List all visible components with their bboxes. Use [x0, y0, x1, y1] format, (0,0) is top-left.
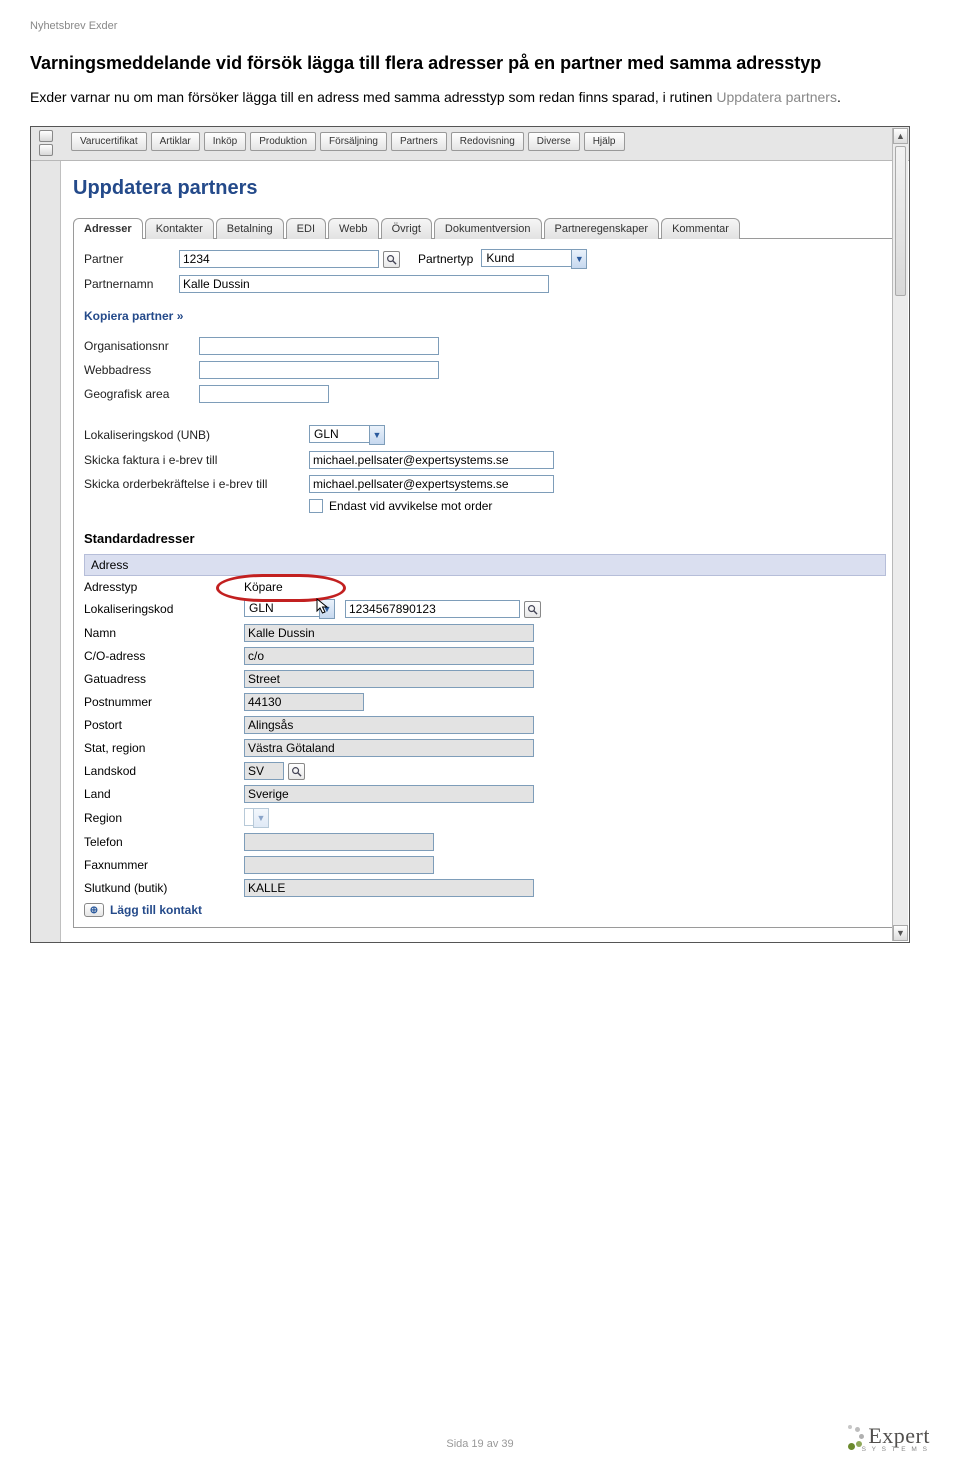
org-label: Organisationsnr [84, 339, 199, 353]
menu-varucertifikat[interactable]: Varucertifikat [71, 132, 147, 151]
geo-input[interactable] [199, 385, 329, 403]
home-icon[interactable] [39, 130, 53, 142]
copy-partner-link[interactable]: Kopiera partner » [84, 309, 183, 323]
landskod-label: Landskod [84, 764, 244, 778]
stat-label: Stat, region [84, 741, 244, 755]
vertical-scrollbar[interactable]: ▲ ▼ [892, 128, 908, 941]
land-label: Land [84, 787, 244, 801]
fax-input[interactable] [244, 856, 434, 874]
add-contact-link[interactable]: ⊕ Lägg till kontakt [84, 903, 886, 917]
tab-kontakter[interactable]: Kontakter [145, 218, 214, 239]
menu-forsaljning[interactable]: Försäljning [320, 132, 387, 151]
fax-label: Faxnummer [84, 858, 244, 872]
postnr-input[interactable] [244, 693, 364, 711]
logo-brand: Expert [868, 1423, 930, 1448]
app-top-bar: Varucertifikat Artiklar Inköp Produktion… [31, 127, 909, 161]
lok-value-input[interactable] [345, 600, 520, 618]
doc-header: Nyhetsbrev Exder [30, 20, 930, 32]
tab-adresser[interactable]: Adresser [73, 218, 143, 239]
partnernamn-input[interactable] [179, 275, 549, 293]
postort-label: Postort [84, 718, 244, 732]
region-select[interactable]: ▼ [244, 808, 269, 828]
namn-input[interactable] [244, 624, 534, 642]
slutkund-input[interactable] [244, 879, 534, 897]
menu-produktion[interactable]: Produktion [250, 132, 316, 151]
footer-logo: Expert S Y S T E M S [840, 1423, 930, 1453]
stat-input[interactable] [244, 739, 534, 757]
geo-label: Geografisk area [84, 387, 199, 401]
tabs-row: Adresser Kontakter Betalning EDI Webb Öv… [73, 218, 897, 239]
tab-kommentar[interactable]: Kommentar [661, 218, 740, 239]
add-contact-icon: ⊕ [84, 903, 104, 917]
orderbek-input[interactable] [309, 475, 554, 493]
tab-panel: Partner Partnertyp Kund ▼ [73, 238, 897, 928]
tab-partneregenskaper[interactable]: Partneregenskaper [544, 218, 660, 239]
body-text: Exder varnar nu om man försöker lägga ti… [30, 87, 930, 108]
menu-hjalp[interactable]: Hjälp [584, 132, 625, 151]
adresstyp-label: Adresstyp [84, 580, 244, 594]
main-menu: Varucertifikat Artiklar Inköp Produktion… [61, 127, 909, 156]
body-text-routine: Uppdatera partners [716, 89, 837, 105]
menu-artiklar[interactable]: Artiklar [151, 132, 200, 151]
gatu-input[interactable] [244, 670, 534, 688]
orderbek-label: Skicka orderbekräftelse i e-brev till [84, 477, 309, 491]
partner-search-icon[interactable] [383, 251, 400, 268]
namn-label: Namn [84, 626, 244, 640]
tel-label: Telefon [84, 835, 244, 849]
landskod-input[interactable] [244, 762, 284, 780]
menu-inkop[interactable]: Inköp [204, 132, 246, 151]
page-footer: Sida 19 av 39 [0, 1438, 960, 1450]
menu-partners[interactable]: Partners [391, 132, 447, 151]
grid-icon[interactable] [39, 144, 53, 156]
scroll-thumb[interactable] [895, 146, 906, 296]
adresstyp-value: Köpare [244, 580, 283, 594]
scroll-up-arrow[interactable]: ▲ [893, 128, 908, 144]
body-text-end: . [837, 89, 841, 105]
tab-dokumentversion[interactable]: Dokumentversion [434, 218, 542, 239]
partnertyp-label: Partnertyp [418, 252, 473, 266]
cursor-icon [316, 598, 330, 616]
left-sidebar [31, 161, 61, 942]
co-label: C/O-adress [84, 649, 244, 663]
screenshot-frame: Varucertifikat Artiklar Inköp Produktion… [30, 126, 910, 943]
region-label: Region [84, 811, 244, 825]
partner-input[interactable] [179, 250, 379, 268]
body-text-main: Exder varnar nu om man försöker lägga ti… [30, 89, 716, 105]
landskod-search-icon[interactable] [288, 763, 305, 780]
partnernamn-label: Partnernamn [84, 277, 179, 291]
land-input[interactable] [244, 785, 534, 803]
lok-search-icon[interactable] [524, 601, 541, 618]
lokunb-label: Lokaliseringskod (UNB) [84, 428, 309, 442]
section-title: Varningsmeddelande vid försök lägga till… [30, 52, 930, 75]
add-contact-label: Lägg till kontakt [110, 903, 202, 917]
web-label: Webbadress [84, 363, 199, 377]
org-input[interactable] [199, 337, 439, 355]
menu-redovisning[interactable]: Redovisning [451, 132, 524, 151]
faktura-input[interactable] [309, 451, 554, 469]
avvik-checkbox[interactable] [309, 499, 323, 513]
standard-adresser-header: Standardadresser [84, 531, 886, 546]
tab-betalning[interactable]: Betalning [216, 218, 284, 239]
slutkund-label: Slutkund (butik) [84, 881, 244, 895]
gatu-label: Gatuadress [84, 672, 244, 686]
tab-edi[interactable]: EDI [286, 218, 326, 239]
partner-label: Partner [84, 252, 179, 266]
app-content: Uppdatera partners Adresser Kontakter Be… [61, 161, 909, 942]
avvik-label: Endast vid avvikelse mot order [329, 499, 492, 513]
faktura-label: Skicka faktura i e-brev till [84, 453, 309, 467]
adress-band: Adress [84, 554, 886, 576]
scroll-down-arrow[interactable]: ▼ [893, 925, 908, 941]
partnertyp-select[interactable]: Kund ▼ [481, 249, 587, 269]
postort-input[interactable] [244, 716, 534, 734]
tel-input[interactable] [244, 833, 434, 851]
page-title: Uppdatera partners [73, 177, 897, 200]
lok-label: Lokaliseringskod [84, 602, 244, 616]
lokunb-select[interactable]: GLN ▼ [309, 425, 385, 445]
tab-ovrigt[interactable]: Övrigt [381, 218, 432, 239]
co-input[interactable] [244, 647, 534, 665]
web-input[interactable] [199, 361, 439, 379]
menu-diverse[interactable]: Diverse [528, 132, 580, 151]
tab-webb[interactable]: Webb [328, 218, 379, 239]
postnr-label: Postnummer [84, 695, 244, 709]
